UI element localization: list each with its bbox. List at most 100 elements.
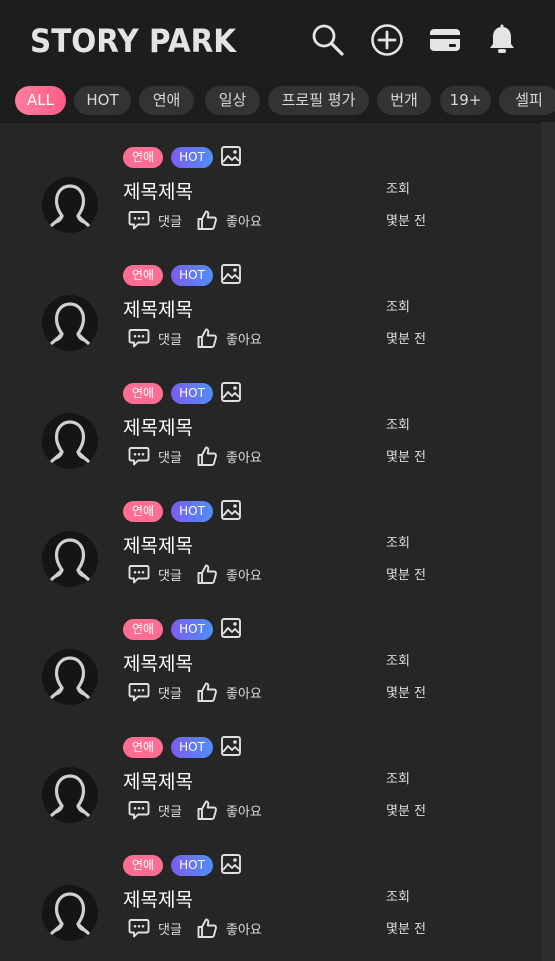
category-tabs: ALL HOT 연애 일상 프로필 평가 번개 19+ 셀피	[0, 84, 555, 118]
tab-meetup[interactable]: 번개	[377, 86, 431, 115]
comment-icon	[128, 329, 150, 348]
post-title[interactable]: 제목제목	[123, 767, 193, 794]
post-item[interactable]: 연애 HOT 제목제목 조회 댓글 좋아요 몇분 전	[0, 491, 541, 609]
view-count: 조회	[386, 772, 410, 787]
view-count: 조회	[386, 300, 410, 315]
comment-button[interactable]: 댓글	[128, 445, 182, 467]
post-title[interactable]: 제목제목	[123, 531, 193, 558]
post-title[interactable]: 제목제목	[123, 885, 193, 912]
thumbs-up-icon	[197, 210, 217, 230]
post-item[interactable]: 연애 HOT 제목제목 조회 댓글 좋아요 몇분 전	[0, 845, 541, 961]
scrollbar-track[interactable]	[541, 122, 555, 961]
avatar	[42, 885, 98, 941]
post-item[interactable]: 연애 HOT 제목제목 조회 댓글 좋아요 몇분 전	[0, 609, 541, 727]
hot-badge: HOT	[171, 265, 213, 286]
comment-label: 댓글	[158, 332, 182, 348]
thumbs-up-icon	[197, 328, 217, 348]
post-item[interactable]: 연애 HOT 제목제목 조회 댓글 좋아요 몇분 전	[0, 727, 541, 845]
like-button[interactable]: 좋아요	[196, 209, 262, 231]
hot-badge: HOT	[171, 383, 213, 404]
category-badge: 연애	[123, 265, 163, 286]
post-title[interactable]: 제목제목	[123, 295, 193, 322]
view-count: 조회	[386, 536, 410, 551]
avatar	[42, 413, 98, 469]
thumbs-up-icon	[197, 800, 217, 820]
comment-label: 댓글	[158, 214, 182, 230]
comment-label: 댓글	[158, 686, 182, 702]
comment-button[interactable]: 댓글	[128, 799, 182, 821]
post-time: 몇분 전	[386, 450, 427, 465]
post-title[interactable]: 제목제목	[123, 177, 193, 204]
comment-button[interactable]: 댓글	[128, 681, 182, 703]
post-time: 몇분 전	[386, 804, 427, 819]
image-attachment-icon	[221, 618, 241, 638]
comment-icon	[128, 919, 150, 938]
like-button[interactable]: 좋아요	[196, 799, 262, 821]
thumbs-up-icon	[197, 446, 217, 466]
comment-button[interactable]: 댓글	[128, 917, 182, 939]
post-time: 몇분 전	[386, 922, 427, 937]
like-button[interactable]: 좋아요	[196, 681, 262, 703]
avatar	[42, 767, 98, 823]
comment-icon	[128, 801, 150, 820]
comment-label: 댓글	[158, 804, 182, 820]
header-divider	[0, 122, 555, 123]
user-silhouette-icon	[50, 892, 90, 935]
like-button[interactable]: 좋아요	[196, 445, 262, 467]
avatar	[42, 531, 98, 587]
view-count: 조회	[386, 182, 410, 197]
category-badge: 연애	[123, 147, 163, 168]
wallet-icon[interactable]	[425, 20, 465, 60]
tab-all[interactable]: ALL	[15, 86, 66, 115]
tab-hot[interactable]: HOT	[74, 86, 131, 115]
category-badge: 연애	[123, 383, 163, 404]
thumbs-up-icon	[197, 564, 217, 584]
user-silhouette-icon	[50, 656, 90, 699]
tab-selfie[interactable]: 셀피	[499, 86, 555, 115]
image-attachment-icon	[221, 854, 241, 874]
hot-badge: HOT	[171, 147, 213, 168]
like-label: 좋아요	[226, 214, 262, 230]
comment-icon	[128, 683, 150, 702]
category-badge: 연애	[123, 855, 163, 876]
like-button[interactable]: 좋아요	[196, 917, 262, 939]
category-badge: 연애	[123, 619, 163, 640]
tab-profile-review[interactable]: 프로필 평가	[268, 86, 369, 115]
comment-label: 댓글	[158, 450, 182, 466]
view-count: 조회	[386, 890, 410, 905]
avatar	[42, 177, 98, 233]
post-time: 몇분 전	[386, 214, 427, 229]
hot-badge: HOT	[171, 855, 213, 876]
tab-romance[interactable]: 연애	[139, 86, 194, 115]
comment-icon	[128, 565, 150, 584]
like-button[interactable]: 좋아요	[196, 563, 262, 585]
category-badge: 연애	[123, 501, 163, 522]
post-item[interactable]: 연애 HOT 제목제목 조회 댓글 좋아요 몇분 전	[0, 255, 541, 373]
comment-button[interactable]: 댓글	[128, 209, 182, 231]
post-item[interactable]: 연애 HOT 제목제목 조회 댓글 좋아요 몇분 전	[0, 137, 541, 255]
avatar	[42, 295, 98, 351]
post-time: 몇분 전	[386, 568, 427, 583]
post-title[interactable]: 제목제목	[123, 649, 193, 676]
image-attachment-icon	[221, 500, 241, 520]
search-icon[interactable]	[308, 20, 348, 60]
image-attachment-icon	[221, 382, 241, 402]
comment-icon	[128, 211, 150, 230]
post-time: 몇분 전	[386, 686, 427, 701]
category-badge: 연애	[123, 737, 163, 758]
post-title[interactable]: 제목제목	[123, 413, 193, 440]
tab-daily[interactable]: 일상	[205, 86, 260, 115]
bell-icon[interactable]	[482, 20, 522, 60]
image-attachment-icon	[221, 264, 241, 284]
like-button[interactable]: 좋아요	[196, 327, 262, 349]
app-title: STORY PARK	[30, 22, 237, 60]
user-silhouette-icon	[50, 538, 90, 581]
like-label: 좋아요	[226, 568, 262, 584]
tab-adult[interactable]: 19+	[440, 86, 491, 115]
post-item[interactable]: 연애 HOT 제목제목 조회 댓글 좋아요 몇분 전	[0, 373, 541, 491]
add-circle-icon[interactable]	[367, 20, 407, 60]
post-time: 몇분 전	[386, 332, 427, 347]
hot-badge: HOT	[171, 737, 213, 758]
comment-button[interactable]: 댓글	[128, 327, 182, 349]
comment-button[interactable]: 댓글	[128, 563, 182, 585]
